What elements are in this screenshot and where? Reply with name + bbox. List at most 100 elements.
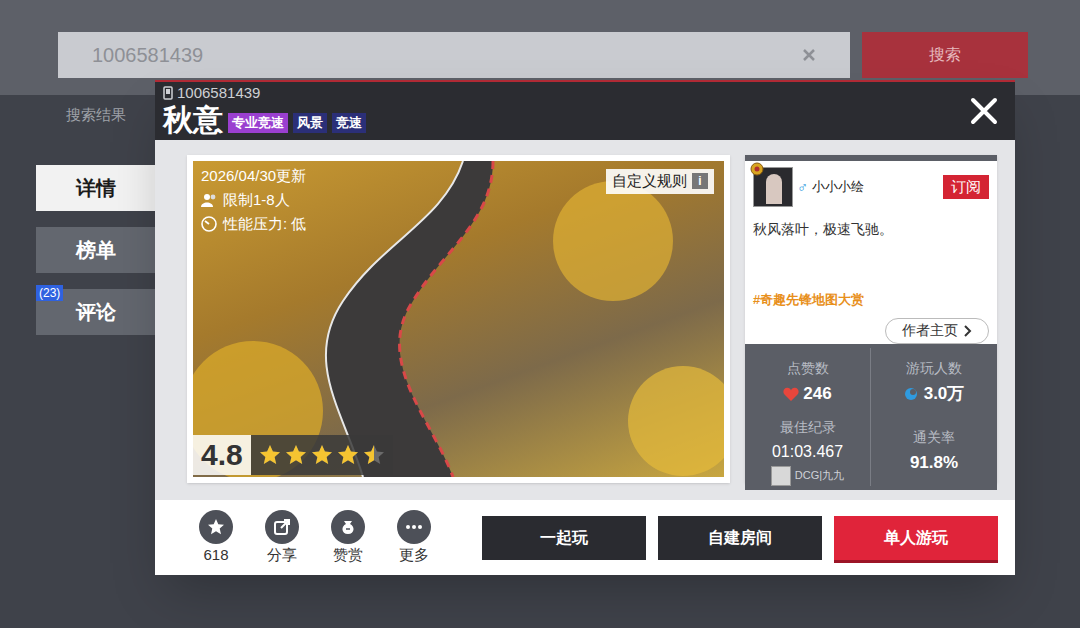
star-icon (337, 444, 359, 466)
side-tab[interactable]: 详情 (36, 165, 156, 211)
map-tag: 风景 (293, 113, 327, 133)
star-icon (259, 444, 281, 466)
player-limit-row: 限制1-8人 (201, 189, 306, 211)
dialog-header: 1006581439 秋意 专业竞速风景竞速 (155, 80, 1015, 140)
update-date: 2026/04/30更新 (201, 165, 306, 187)
stat-value-row: 01:03.467 (772, 440, 843, 464)
people-icon (201, 193, 217, 207)
star-fill (311, 444, 333, 466)
more-icon (404, 517, 424, 537)
map-detail-dialog: 1006581439 秋意 专业竞速风景竞速 (155, 80, 1015, 575)
map-description: 秋风落叶，极速飞驰。 (753, 219, 989, 240)
stat-value-row: 3.0万 (904, 381, 965, 407)
side-tab-label[interactable]: 详情 (76, 173, 116, 203)
stat-label: 通关率 (913, 427, 955, 448)
action-more[interactable]: 更多 (381, 510, 447, 565)
custom-rules-badge[interactable]: 自定义规则 i (606, 169, 714, 194)
star-filled-icon (363, 444, 374, 466)
record-holder-avatar[interactable] (771, 466, 791, 486)
side-tab[interactable]: 评论(23) (36, 289, 156, 335)
tab-badge: (23) (36, 285, 63, 301)
map-preview-image: 2026/04/30更新 限制1-8人 性能压力: 低 自定义规则 i (193, 161, 724, 477)
gender-icon: ♂ (797, 176, 808, 199)
star-filled-icon (337, 444, 359, 466)
author-homepage-label[interactable]: 作者主页 (902, 320, 958, 341)
author-info: ♂ 小小小绘 订阅 秋风落叶，极速飞驰。 #奇趣先锋地图大赏 作者主页 (745, 155, 997, 344)
play-button[interactable]: 单人游玩 (834, 516, 998, 560)
action-share[interactable]: 分享 (249, 510, 315, 565)
stat-label: 点赞数 (787, 358, 829, 379)
stat-likes: 点赞数246 (745, 348, 871, 417)
close-icon[interactable] (969, 96, 999, 126)
action-circle[interactable] (331, 510, 365, 544)
custom-rules-label[interactable]: 自定义规则 (612, 170, 687, 193)
search-value[interactable]: 1006581439 (92, 40, 794, 70)
star-icon (311, 444, 333, 466)
stat-value-row: 91.8% (910, 450, 958, 476)
side-tab-label[interactable]: 榜单 (76, 235, 116, 265)
record-holder-name[interactable]: DCG|九九 (795, 467, 844, 484)
star-filled-icon (311, 444, 333, 466)
side-tab-label[interactable]: 评论 (76, 297, 116, 327)
map-id: 1006581439 (177, 84, 260, 102)
star-icon (363, 444, 385, 466)
action-label[interactable]: 分享 (267, 545, 297, 565)
action-label[interactable]: 赞赏 (333, 545, 363, 565)
badge-icon (750, 162, 764, 176)
action-circle[interactable] (265, 510, 299, 544)
author-name[interactable]: 小小小绘 (812, 177, 864, 197)
search-field[interactable]: 1006581439 (58, 32, 850, 78)
map-id-icon (163, 86, 173, 100)
map-id-row: 1006581439 (163, 84, 366, 102)
heart-icon (783, 387, 799, 401)
map-tag: 专业竞速 (228, 113, 288, 133)
subscribe-button[interactable]: 订阅 (943, 175, 989, 199)
star-filled-icon (259, 444, 281, 466)
avatar-figure (766, 174, 782, 204)
stat-label: 游玩人数 (906, 358, 962, 379)
author-homepage-button[interactable]: 作者主页 (885, 318, 989, 344)
stat-value-row: 246 (783, 381, 831, 407)
action-list: 618 分享 赞赏 更多 (183, 510, 447, 565)
stat-record: 最佳纪录01:03.467 DCG|九九 (745, 417, 871, 486)
stat-value: 246 (803, 381, 831, 407)
author-row: ♂ 小小小绘 订阅 (753, 167, 989, 207)
dialog-footer: 618 分享 赞赏 更多 一起玩自建房间单人游玩 (155, 500, 1015, 575)
stat-players: 游玩人数3.0万 (871, 348, 997, 417)
gauge-icon (201, 216, 217, 232)
map-title: 秋意 (163, 102, 223, 138)
clear-icon[interactable] (802, 48, 816, 62)
rating-box: 4.8 (193, 435, 393, 475)
action-circle[interactable] (199, 510, 233, 544)
star-empty-icon (363, 444, 385, 466)
record-holder[interactable]: DCG|九九 (771, 466, 844, 486)
author-panel: ♂ 小小小绘 订阅 秋风落叶，极速飞驰。 #奇趣先锋地图大赏 作者主页 点赞数2… (745, 155, 997, 483)
action-label[interactable]: 618 (203, 545, 228, 565)
title-row: 秋意 专业竞速风景竞速 (163, 102, 366, 138)
title-block: 1006581439 秋意 专业竞速风景竞速 (163, 84, 366, 138)
stat-value: 3.0万 (924, 381, 965, 407)
play-button[interactable]: 自建房间 (658, 516, 822, 560)
players-icon (904, 387, 920, 401)
play-button[interactable]: 一起玩 (482, 516, 646, 560)
stat-label: 最佳纪录 (780, 417, 836, 438)
player-limit: 限制1-8人 (223, 189, 290, 211)
star-fill (259, 444, 281, 466)
action-star[interactable]: 618 (183, 510, 249, 565)
info-icon[interactable]: i (692, 173, 708, 189)
search-button[interactable]: 搜索 (862, 32, 1028, 78)
performance-pressure: 性能压力: 低 (223, 213, 306, 235)
road-illustration (193, 161, 724, 477)
share-icon (272, 517, 292, 537)
action-circle[interactable] (397, 510, 431, 544)
author-avatar[interactable] (753, 167, 793, 207)
topic-tag[interactable]: #奇趣先锋地图大赏 (753, 290, 989, 310)
stat-value: 91.8% (910, 450, 958, 476)
side-tab[interactable]: 榜单 (36, 227, 156, 273)
star-fill (337, 444, 359, 466)
action-reward[interactable]: 赞赏 (315, 510, 381, 565)
action-label[interactable]: 更多 (399, 545, 429, 565)
tag-list: 专业竞速风景竞速 (228, 113, 366, 133)
map-tag: 竞速 (332, 113, 366, 133)
rating-value: 4.8 (193, 435, 251, 475)
